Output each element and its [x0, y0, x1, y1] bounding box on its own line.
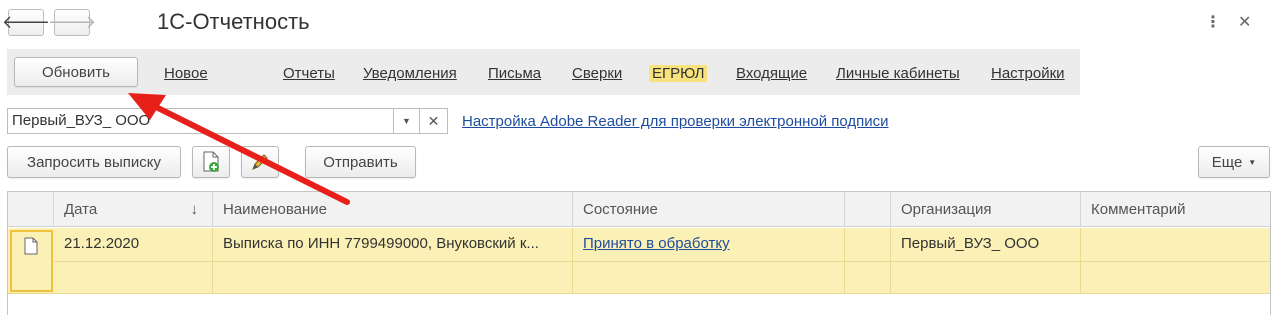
header-organization[interactable]: Организация [891, 192, 1081, 227]
edit-button[interactable] [241, 146, 279, 178]
header-extra[interactable] [845, 192, 891, 227]
tab-notifications[interactable]: Уведомления [363, 65, 457, 82]
tab-egrul[interactable]: ЕГРЮЛ [649, 65, 708, 82]
refresh-button[interactable]: Обновить [14, 57, 138, 87]
dropdown-button[interactable]: ▼ [394, 108, 420, 134]
tab-reports[interactable]: Отчеты [283, 65, 335, 82]
more-label: Еще [1211, 153, 1243, 171]
adobe-reader-settings-link[interactable]: Настройка Adobe Reader для проверки элек… [462, 113, 889, 130]
header-icon-column [8, 192, 54, 227]
request-extract-button[interactable]: Запросить выписку [7, 146, 181, 178]
add-document-icon [203, 151, 219, 172]
row-document-cell [10, 230, 53, 292]
more-button[interactable]: Еще ▼ [1198, 146, 1270, 178]
extracts-table: Дата ↓ Наименование Состояние Организаци… [7, 191, 1271, 315]
cell-comment [1081, 228, 1270, 294]
send-button[interactable]: Отправить [305, 146, 416, 178]
tab-new[interactable]: Новое [164, 65, 208, 82]
more-vertical-icon[interactable]: ⋮ [1205, 12, 1221, 32]
back-button[interactable]: 🡐 [2, 9, 50, 36]
add-document-button[interactable] [192, 146, 230, 178]
tab-personal-accounts[interactable]: Личные кабинеты [836, 65, 960, 82]
tab-reconciliations[interactable]: Сверки [572, 65, 622, 82]
tab-settings[interactable]: Настройки [991, 65, 1065, 82]
arrow-right-icon: 🡒 [47, 12, 97, 32]
header-comment[interactable]: Комментарий [1081, 192, 1270, 227]
cell-status: Принято в обработку [573, 228, 845, 294]
header-status[interactable]: Состояние [573, 192, 845, 227]
header-date[interactable]: Дата ↓ [54, 192, 213, 227]
pencil-icon [252, 154, 268, 170]
header-name[interactable]: Наименование [213, 192, 573, 227]
table-header: Дата ↓ Наименование Состояние Организаци… [8, 192, 1270, 227]
tab-letters[interactable]: Письма [488, 65, 541, 82]
arrow-left-icon: 🡐 [1, 12, 51, 32]
header-date-label: Дата [64, 201, 98, 218]
table-row[interactable]: 21.12.2020 Выписка по ИНН 7799499000, Вн… [8, 228, 1270, 294]
tab-incoming[interactable]: Входящие [736, 65, 807, 82]
document-icon [24, 237, 38, 255]
status-link[interactable]: Принято в обработку [583, 235, 730, 252]
forward-button[interactable]: 🡒 [48, 9, 96, 36]
chevron-down-icon: ▼ [402, 116, 411, 126]
close-icon[interactable]: ✕ [1238, 12, 1251, 32]
cell-date: 21.12.2020 [54, 228, 213, 294]
organization-field[interactable]: Первый_ВУЗ_ ООО [7, 108, 394, 134]
chevron-down-icon: ▼ [1248, 157, 1257, 167]
cell-extra [845, 228, 891, 294]
close-icon: ✕ [427, 112, 440, 129]
cell-name: Выписка по ИНН 7799499000, Внуковский к.… [213, 228, 573, 294]
window-title: 1С-Отчетность [157, 9, 310, 34]
sort-down-icon: ↓ [190, 201, 199, 218]
clear-button[interactable]: ✕ [420, 108, 448, 134]
cell-organization: Первый_ВУЗ_ ООО [891, 228, 1081, 294]
